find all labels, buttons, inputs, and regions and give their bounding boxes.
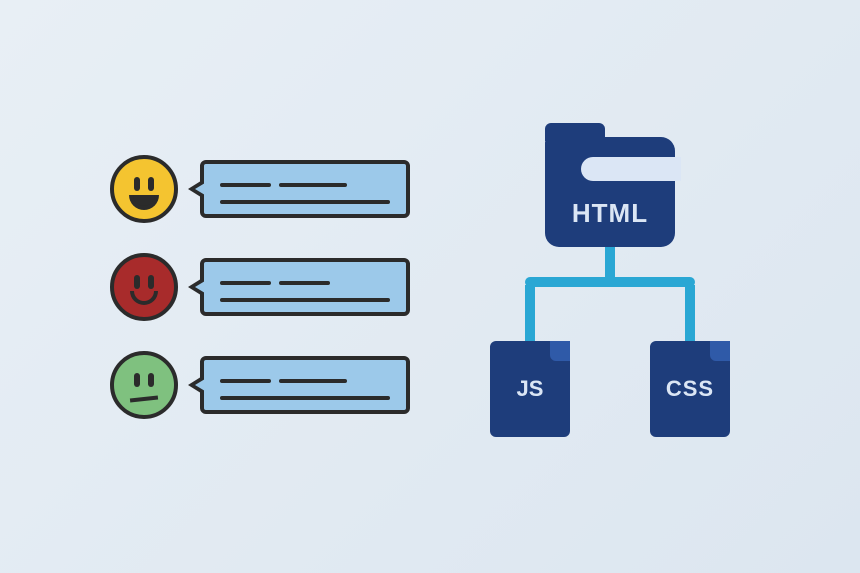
css-label: CSS [666,376,714,402]
html-folder-icon: HTML [545,137,675,247]
feedback-row-smile [110,253,410,321]
js-file-icon: JS [490,341,570,437]
connector-icon [685,285,695,341]
connector-icon [525,277,695,287]
feedback-list [110,155,410,419]
speech-bubble [200,258,410,316]
feedback-row-neutral [110,351,410,419]
smile-face-icon [110,253,178,321]
happy-face-icon [110,155,178,223]
tech-tree: HTML JS CSS [470,137,750,437]
speech-bubble [200,160,410,218]
speech-bubble [200,356,410,414]
html-label: HTML [572,198,648,229]
connector-icon [605,247,615,277]
neutral-face-icon [110,351,178,419]
js-label: JS [517,376,544,402]
feedback-row-happy [110,155,410,223]
css-file-icon: CSS [650,341,730,437]
connector-icon [525,285,535,341]
